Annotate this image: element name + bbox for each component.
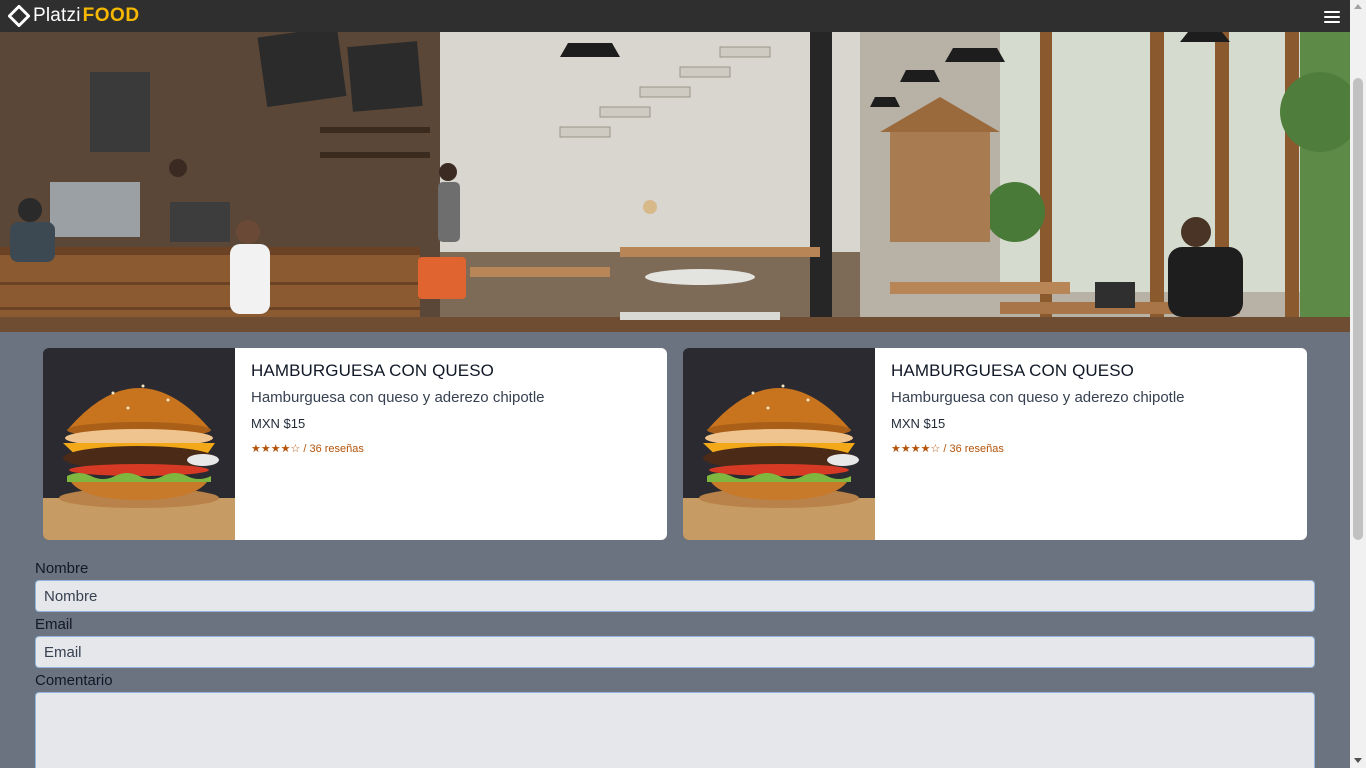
card-rating: ★★★★☆ / 36 reseñas (251, 443, 364, 455)
card-price: MXN $15 (251, 416, 306, 431)
email-input[interactable] (35, 636, 1315, 668)
product-card-list: HAMBURGUESA CON QUESO Hamburguesa con qu… (43, 348, 1307, 540)
top-navbar: Platzi FOOD (0, 0, 1350, 32)
card-body: HAMBURGUESA CON QUESO Hamburguesa con qu… (875, 348, 1201, 540)
logo-text: Platzi (33, 5, 81, 26)
name-input[interactable] (35, 580, 1315, 612)
cheeseburger-image (683, 348, 875, 540)
comment-textarea[interactable] (35, 692, 1315, 768)
scrollbar-thumb[interactable] (1353, 78, 1363, 540)
comment-form: Nombre Email Comentario (35, 558, 1315, 768)
comment-label: Comentario (35, 672, 113, 689)
platzi-food-logo[interactable]: Platzi FOOD (8, 0, 140, 32)
hamburger-menu-icon[interactable] (1324, 9, 1340, 25)
product-card[interactable]: HAMBURGUESA CON QUESO Hamburguesa con qu… (683, 348, 1307, 540)
product-card[interactable]: HAMBURGUESA CON QUESO Hamburguesa con qu… (43, 348, 667, 540)
card-rating: ★★★★☆ / 36 reseñas (891, 443, 1004, 455)
hero-cafe-image (0, 32, 1350, 332)
card-description: Hamburguesa con queso y aderezo chipotle (891, 389, 1185, 406)
scroll-down-arrow-icon[interactable] (1354, 758, 1362, 763)
name-label: Nombre (35, 560, 89, 577)
platzi-logo-icon (8, 5, 30, 27)
cheeseburger-image (43, 348, 235, 540)
card-description: Hamburguesa con queso y aderezo chipotle (251, 389, 545, 406)
card-title: HAMBURGUESA CON QUESO (251, 361, 494, 380)
scroll-up-arrow-icon[interactable] (1354, 4, 1362, 9)
page-scrollbar[interactable] (1350, 0, 1366, 768)
card-title: HAMBURGUESA CON QUESO (891, 361, 1134, 380)
logo-accent-text: FOOD (82, 5, 140, 26)
card-price: MXN $15 (891, 416, 946, 431)
card-body: HAMBURGUESA CON QUESO Hamburguesa con qu… (235, 348, 561, 540)
email-label: Email (35, 616, 73, 633)
